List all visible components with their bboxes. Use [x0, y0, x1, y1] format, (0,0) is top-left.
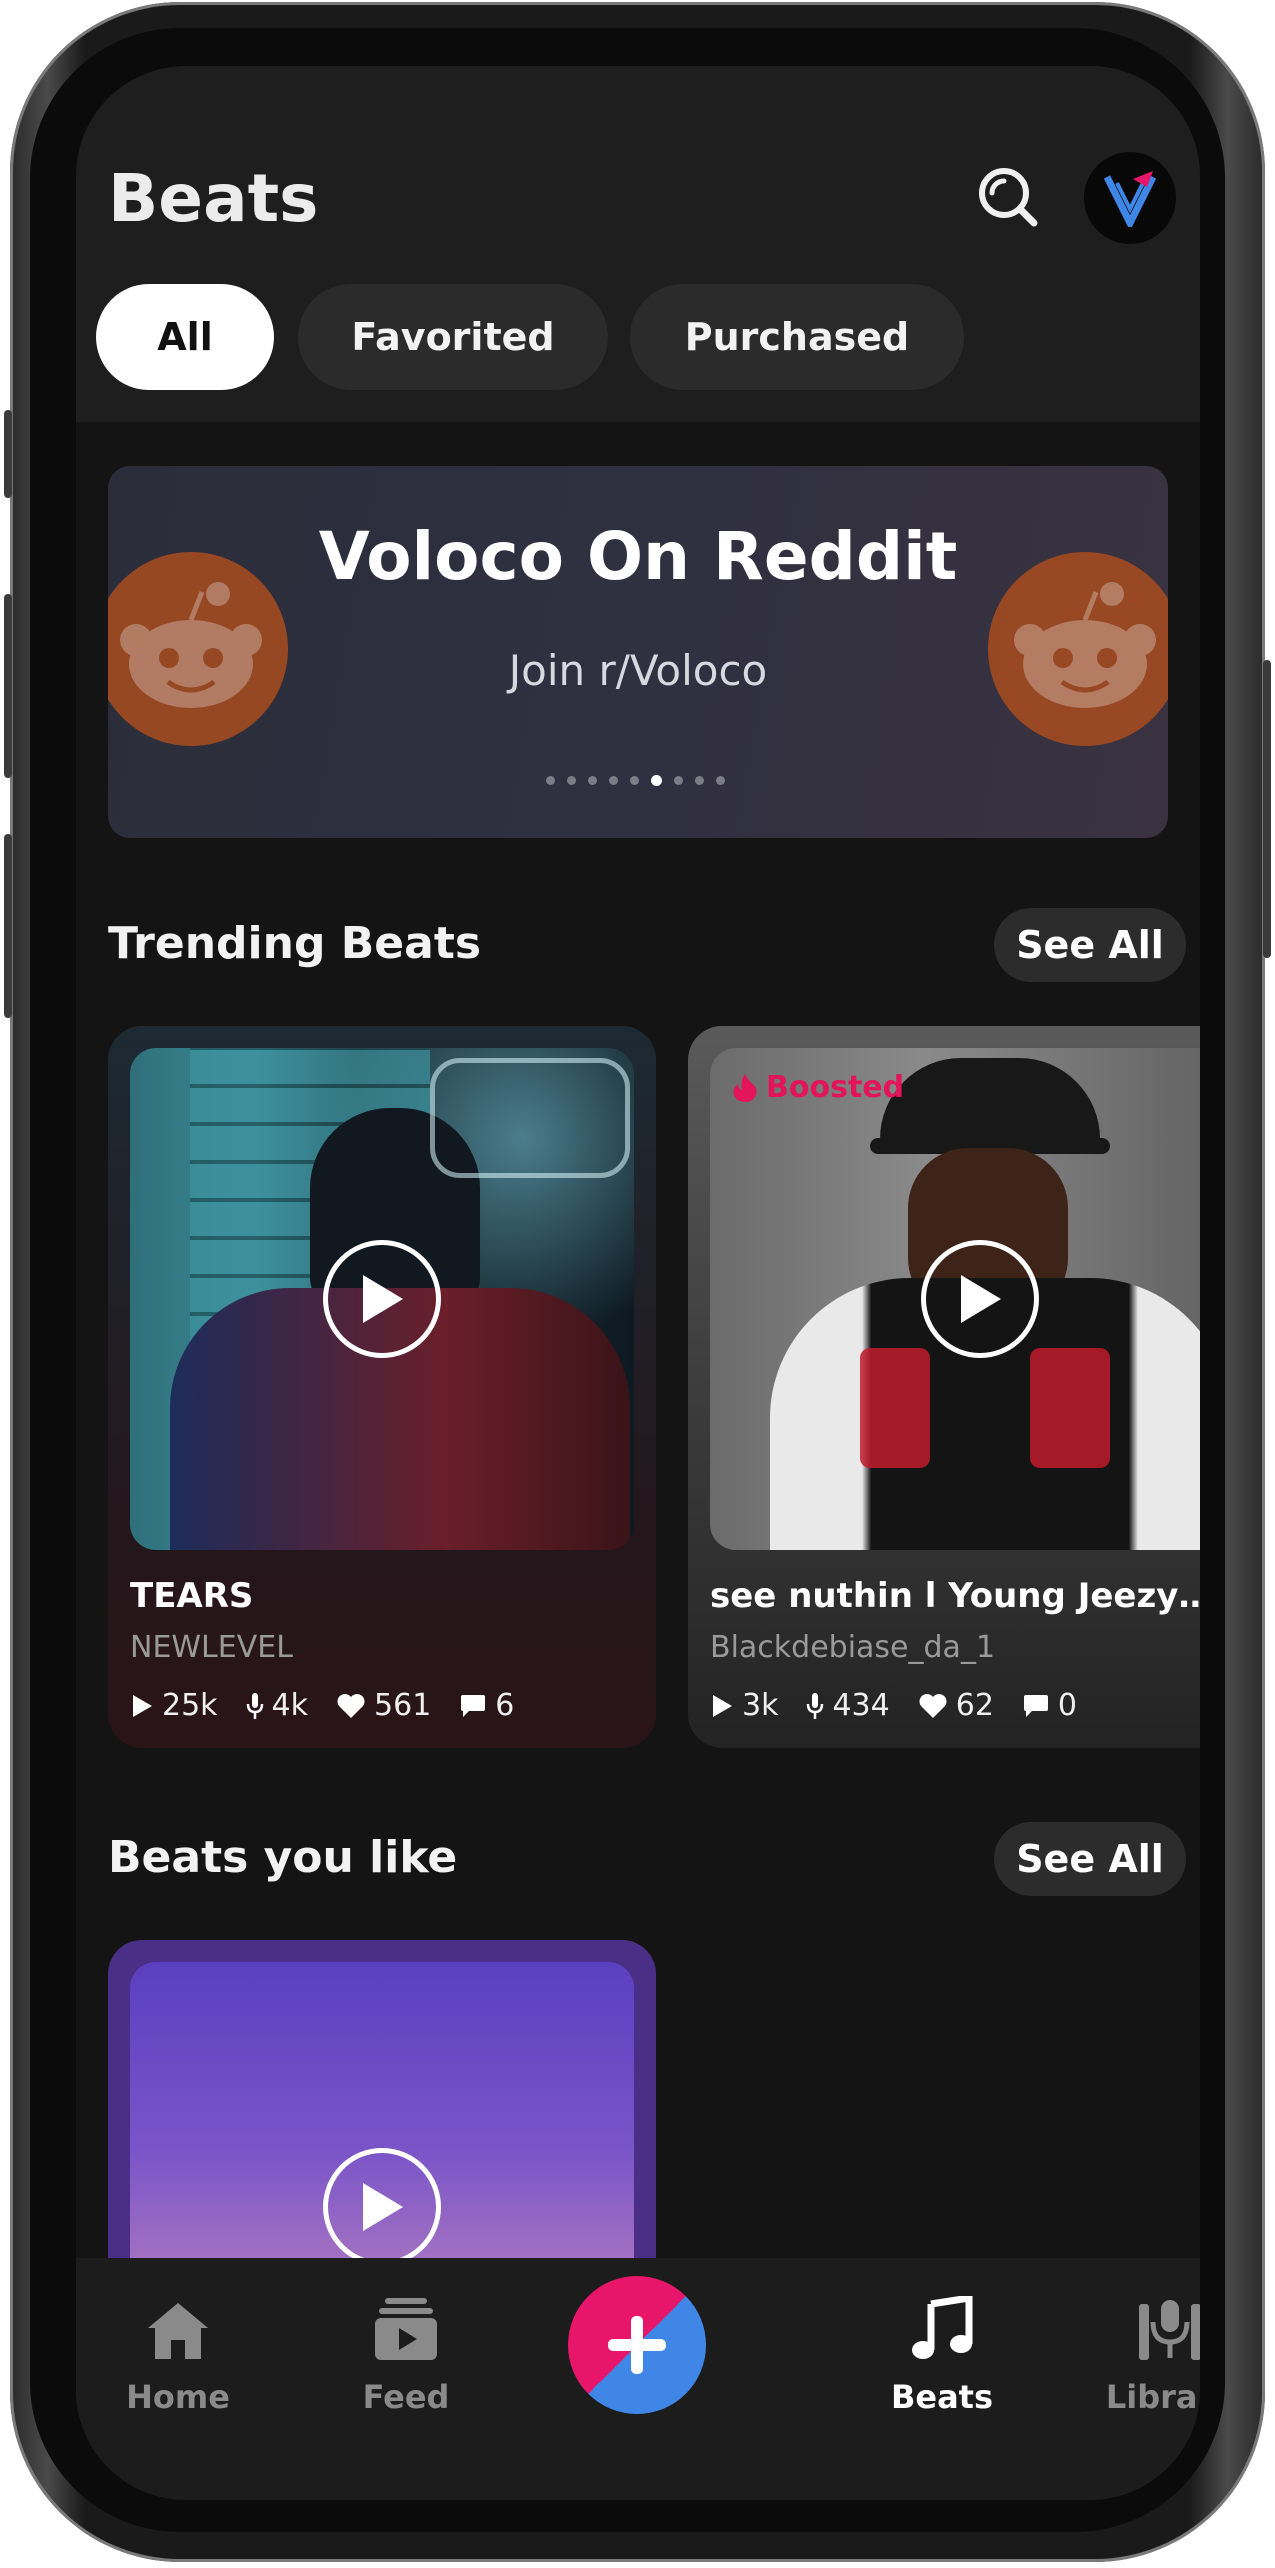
search-icon[interactable] [972, 162, 1044, 234]
section-title-liked: Beats you like [108, 1832, 458, 1883]
beat-stats: 3k 434 62 0 [710, 1688, 1095, 1723]
nav-label: Beats [890, 2378, 994, 2416]
beat-artwork: Boosted [710, 1048, 1200, 1550]
library-icon [1139, 2300, 1200, 2360]
home-icon [148, 2303, 208, 2359]
carousel-dot [546, 776, 555, 785]
play-button[interactable] [921, 1240, 1039, 1358]
like-count: 62 [955, 1688, 994, 1723]
mic-icon [246, 1692, 263, 1719]
comment-icon [461, 1694, 486, 1717]
carousel-dot [630, 776, 639, 785]
promo-banner[interactable]: Voloco On Reddit Join r/Voloco [108, 466, 1168, 838]
heart-icon [337, 1693, 365, 1718]
play-button[interactable] [323, 2148, 441, 2266]
flame-icon [733, 1073, 757, 1102]
side-button-volume-down [4, 834, 12, 1018]
comment-icon [1023, 1694, 1048, 1717]
filter-chip-all[interactable]: All [96, 284, 274, 390]
beat-card[interactable]: TEARS NEWLEVEL 25k 4k 561 6 [108, 1026, 656, 1748]
side-button-volume-up [4, 594, 12, 778]
recording-count: 434 [832, 1688, 890, 1723]
filter-chip-purchased[interactable]: Purchased [630, 284, 964, 390]
carousel-dot [716, 776, 725, 785]
filter-chip-favorited[interactable]: Favorited [298, 284, 608, 390]
see-all-label: See All [1016, 1837, 1164, 1881]
voloco-logo-icon [1103, 171, 1157, 227]
comment-count: 6 [495, 1688, 515, 1723]
filter-chip-label: All [157, 315, 213, 359]
music-note-icon [912, 2296, 973, 2359]
play-count: 3k [742, 1688, 779, 1723]
banner-subtitle: Join r/Voloco [508, 646, 768, 695]
nav-item-home[interactable]: Home [88, 2278, 268, 2416]
section-title-trending: Trending Beats [108, 918, 482, 969]
heart-icon [919, 1693, 947, 1718]
banner-title: Voloco On Reddit [318, 518, 958, 595]
nav-item-feed[interactable]: Feed [316, 2278, 496, 2416]
boosted-label: Boosted [766, 1070, 905, 1105]
carousel-dot [567, 776, 576, 785]
plus-icon [608, 2316, 666, 2374]
beat-artwork [130, 1048, 634, 1550]
carousel-dot [651, 775, 662, 786]
avatar[interactable] [1084, 152, 1176, 244]
see-all-button[interactable]: See All [994, 908, 1186, 982]
boosted-badge: Boosted [732, 1070, 904, 1105]
create-button[interactable] [568, 2276, 706, 2414]
beat-stats: 25k 4k 561 6 [130, 1688, 532, 1723]
nav-item-library[interactable]: Library [1080, 2278, 1200, 2416]
like-count: 561 [374, 1688, 432, 1723]
nav-label: Feed [362, 2378, 450, 2416]
screen: Beats All Favorited Purchased Voloco On … [76, 66, 1200, 2500]
play-icon [961, 1275, 1001, 1323]
beat-card[interactable]: Boosted see nuthin l Young Jeezy Typ... … [688, 1026, 1200, 1748]
play-count-icon [713, 1694, 732, 1717]
nav-label: Home [126, 2378, 230, 2416]
bottom-nav: Home Feed Beats Library [76, 2258, 1200, 2500]
beat-title: see nuthin l Young Jeezy Typ... [710, 1576, 1200, 1616]
filter-chip-label: Favorited [351, 315, 555, 359]
beat-artist[interactable]: NEWLEVEL [130, 1630, 293, 1665]
play-icon [363, 1275, 403, 1323]
feed-icon [375, 2298, 437, 2360]
play-icon [363, 2183, 403, 2231]
recording-count: 4k [271, 1688, 309, 1723]
play-count-icon [133, 1694, 152, 1717]
see-all-label: See All [1016, 923, 1164, 967]
side-button-power [1263, 660, 1271, 958]
nav-label: Library [1105, 2378, 1200, 2416]
mic-icon [807, 1692, 824, 1719]
header: Beats All Favorited Purchased [76, 66, 1200, 422]
beat-title: TEARS [130, 1576, 254, 1616]
carousel-dot [609, 776, 618, 785]
filter-chip-label: Purchased [684, 315, 910, 359]
beat-artist[interactable]: Blackdebiase_da_1 [710, 1630, 995, 1665]
carousel-dot [674, 776, 683, 785]
play-count: 25k [162, 1688, 218, 1723]
play-button[interactable] [323, 1240, 441, 1358]
nav-item-beats[interactable]: Beats [852, 2278, 1032, 2416]
carousel-indicator [546, 775, 725, 786]
see-all-button[interactable]: See All [994, 1822, 1186, 1896]
side-button-mute [4, 410, 12, 498]
carousel-dot [588, 776, 597, 785]
comment-count: 0 [1057, 1688, 1078, 1723]
carousel-dot [695, 776, 704, 785]
page-title: Beats [108, 160, 319, 237]
